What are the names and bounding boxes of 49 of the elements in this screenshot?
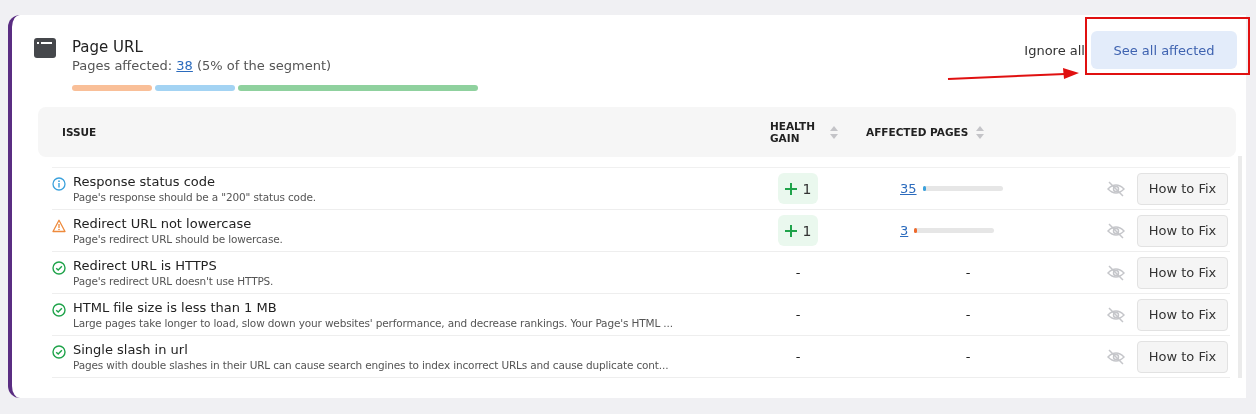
issue-description: Pages with double slashes in their URL can cause search engines to index incorrect URLs and cause duplicate cont...: [73, 358, 669, 372]
panel-title: Page URL: [72, 37, 144, 57]
browser-window-icon: [34, 38, 56, 58]
issue-description: Page's response should be a "200" status code.: [73, 190, 316, 204]
issue-description: Page's redirect URL should be lowercase.: [73, 232, 283, 246]
issue-title[interactable]: Redirect URL not lowercase: [73, 215, 283, 232]
how-to-fix-button[interactable]: How to Fix: [1137, 214, 1228, 247]
how-to-fix-button[interactable]: How to Fix: [1137, 340, 1228, 373]
hide-icon[interactable]: [1107, 306, 1125, 323]
ignore-all-link[interactable]: Ignore all: [1024, 42, 1085, 58]
column-header[interactable]: AFFECTED PAGES: [866, 126, 969, 138]
health-gain-badge: 1: [778, 215, 818, 246]
segment-share-text: (5% of the segment): [197, 58, 332, 73]
empty-value: -: [965, 265, 971, 280]
sort-icon[interactable]: [830, 125, 838, 139]
empty-value: -: [795, 265, 801, 280]
warning-icon: [52, 219, 66, 233]
see-all-affected-button[interactable]: See all affected: [1091, 31, 1237, 69]
check-circle-icon: [52, 303, 66, 317]
pages-count-link[interactable]: 38: [176, 58, 193, 73]
empty-value: -: [965, 307, 971, 322]
issue-description: Page's redirect URL doesn't use HTTPS.: [73, 274, 274, 288]
issue-title[interactable]: Single slash in url: [73, 341, 669, 358]
column-header[interactable]: HEALTH GAIN: [770, 120, 822, 144]
empty-value: -: [965, 349, 971, 364]
sort-icon[interactable]: [976, 125, 985, 139]
how-to-fix-button[interactable]: How to Fix: [1137, 256, 1228, 289]
info-icon: [52, 177, 66, 191]
hide-icon[interactable]: [1107, 180, 1125, 197]
check-circle-icon: [52, 345, 66, 359]
issue-title[interactable]: HTML file size is less than 1 MB: [73, 299, 673, 316]
plus-icon: [784, 224, 797, 237]
how-to-fix-button[interactable]: How to Fix: [1137, 298, 1228, 331]
hide-icon[interactable]: [1107, 348, 1125, 365]
column-header: ISSUE: [62, 126, 97, 138]
health-gain-badge: 1: [778, 173, 818, 204]
issue-description: Large pages take longer to load, slow down your websites' performance, and decrease rankings. Your Page's HTML ...: [73, 316, 673, 330]
issue-title[interactable]: Response status code: [73, 173, 316, 190]
how-to-fix-button[interactable]: How to Fix: [1137, 172, 1228, 205]
issue-title[interactable]: Redirect URL is HTTPS: [73, 257, 274, 274]
empty-value: -: [795, 349, 801, 364]
hide-icon[interactable]: [1107, 264, 1125, 281]
affected-count-link[interactable]: 35: [900, 181, 917, 196]
pages-affected-label: Pages affected:: [72, 58, 173, 73]
empty-value: -: [795, 307, 801, 322]
check-circle-icon: [52, 261, 66, 275]
affected-count-link[interactable]: 3: [900, 223, 909, 238]
plus-icon: [784, 182, 797, 195]
hide-icon[interactable]: [1107, 222, 1125, 239]
